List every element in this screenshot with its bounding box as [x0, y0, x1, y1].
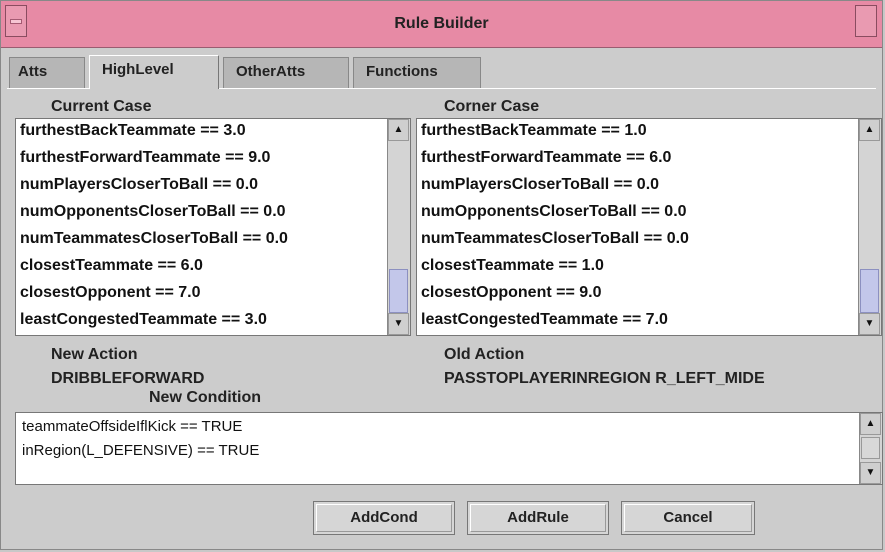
scroll-up-icon[interactable]: ▲ [388, 119, 409, 141]
new-action-value: DRIBBLEFORWARD [51, 370, 205, 387]
tab-label: OtherAtts [236, 63, 306, 80]
tab-label: Atts [18, 63, 48, 80]
list-item[interactable]: leastCongestedTeammate == 3.0 [20, 311, 267, 329]
list-item[interactable]: furthestBackTeammate == 3.0 [20, 122, 246, 140]
tab-label: HighLevel [102, 61, 174, 78]
corner-case-scrollbar[interactable]: ▲ ▼ [858, 119, 881, 335]
old-action-value: PASSTOPLAYERINREGION R_LEFT_MIDE [444, 370, 765, 387]
new-action-label: New Action [51, 346, 138, 363]
new-condition-textarea[interactable]: teammateOffsideIflKick == TRUE inRegion(… [15, 412, 883, 485]
list-item[interactable]: closestTeammate == 6.0 [20, 257, 203, 275]
corner-case-label: Corner Case [444, 98, 540, 115]
list-item[interactable]: closestTeammate == 1.0 [421, 257, 604, 275]
scroll-up-icon[interactable]: ▲ [859, 119, 880, 141]
button-label: AddRule [507, 509, 569, 526]
condition-line[interactable]: teammateOffsideIflKick == TRUE [22, 418, 242, 435]
scroll-down-icon[interactable]: ▼ [388, 313, 409, 335]
list-item[interactable]: numTeammatesCloserToBall == 0.0 [421, 230, 689, 248]
list-item[interactable]: numOpponentsCloserToBall == 0.0 [421, 203, 687, 221]
list-item[interactable]: numPlayersCloserToBall == 0.0 [421, 176, 659, 194]
list-item[interactable]: closestOpponent == 9.0 [421, 284, 602, 302]
list-item[interactable]: leastCongestedTeammate == 7.0 [421, 311, 668, 329]
button-label: Cancel [663, 509, 713, 526]
list-item[interactable]: furthestBackTeammate == 1.0 [421, 122, 647, 140]
tab-label: Functions [366, 63, 438, 80]
tab-otheratts[interactable]: OtherAtts [223, 57, 349, 88]
window-resize-button[interactable] [855, 5, 877, 37]
tab-functions[interactable]: Functions [353, 57, 481, 88]
add-cond-button[interactable]: AddCond [313, 501, 455, 535]
scroll-thumb[interactable] [861, 437, 880, 459]
condition-line[interactable]: inRegion(L_DEFENSIVE) == TRUE [22, 442, 259, 459]
condition-scrollbar[interactable]: ▲ ▼ [859, 413, 882, 484]
tab-atts[interactable]: Atts [9, 57, 85, 88]
scroll-up-icon[interactable]: ▲ [860, 413, 881, 435]
list-item[interactable]: numPlayersCloserToBall == 0.0 [20, 176, 258, 194]
scroll-down-icon[interactable]: ▼ [860, 462, 881, 484]
list-item[interactable]: furthestForwardTeammate == 9.0 [20, 149, 270, 167]
old-action-label: Old Action [444, 346, 525, 363]
title-bar[interactable]: Rule Builder [1, 1, 882, 48]
list-item[interactable]: furthestForwardTeammate == 6.0 [421, 149, 671, 167]
new-condition-label: New Condition [149, 389, 261, 406]
window-title: Rule Builder [394, 15, 489, 32]
list-item[interactable]: numTeammatesCloserToBall == 0.0 [20, 230, 288, 248]
current-case-list[interactable]: furthestBackTeammate == 3.0 furthestForw… [15, 118, 411, 336]
cancel-button[interactable]: Cancel [621, 501, 755, 535]
tab-highlevel[interactable]: HighLevel [89, 55, 219, 89]
scroll-thumb[interactable] [860, 269, 879, 313]
list-item[interactable]: numOpponentsCloserToBall == 0.0 [20, 203, 286, 221]
rule-builder-window: Rule Builder Atts HighLevel OtherAtts Fu… [0, 0, 883, 550]
scroll-thumb[interactable] [389, 269, 408, 313]
current-case-scrollbar[interactable]: ▲ ▼ [387, 119, 410, 335]
corner-case-list[interactable]: furthestBackTeammate == 1.0 furthestForw… [416, 118, 882, 336]
button-label: AddCond [350, 509, 418, 526]
add-rule-button[interactable]: AddRule [467, 501, 609, 535]
current-case-label: Current Case [51, 98, 152, 115]
scroll-down-icon[interactable]: ▼ [859, 313, 880, 335]
list-item[interactable]: closestOpponent == 7.0 [20, 284, 201, 302]
